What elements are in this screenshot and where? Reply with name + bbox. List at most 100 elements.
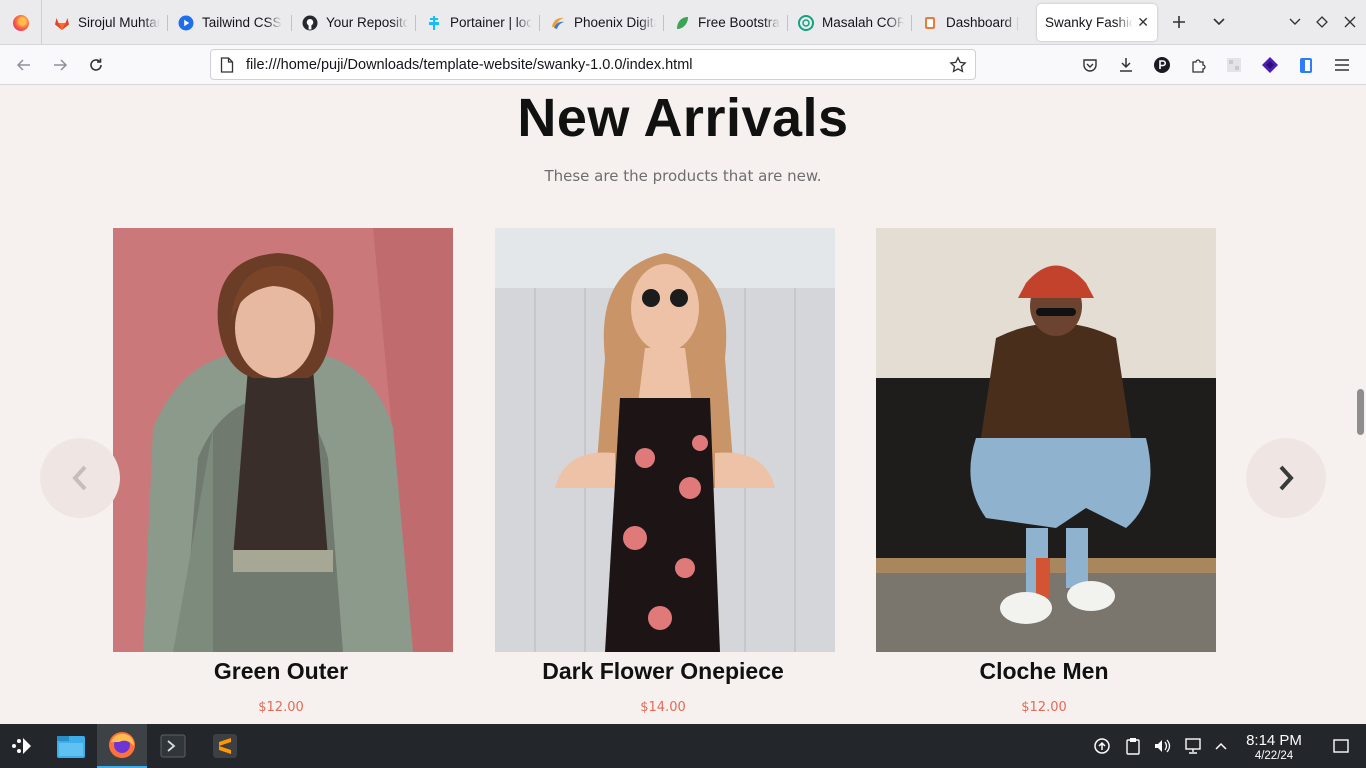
product-price: $14.00	[640, 700, 686, 715]
puzzle-icon	[1192, 59, 1206, 73]
tab-label: Your Repositories	[326, 15, 408, 30]
chevron-down-icon	[1213, 18, 1225, 26]
network-icon[interactable]	[1183, 736, 1203, 756]
clock-time: 8:14 PM	[1246, 732, 1302, 749]
navigation-toolbar: file:///home/puji/Downloads/template-web…	[0, 45, 1366, 85]
page-viewport: New Arrivals These are the products that…	[0, 86, 1366, 724]
sublime-text-icon	[213, 734, 237, 758]
product-name[interactable]: Dark Flower Onepiece	[475, 658, 851, 685]
pocket-button[interactable]	[1076, 51, 1104, 79]
tab-label: Portainer | local	[450, 15, 532, 30]
page-scrollbar[interactable]	[1357, 389, 1364, 435]
product-image[interactable]	[876, 228, 1216, 652]
clock[interactable]: 8:14 PM 4/22/24	[1238, 732, 1310, 763]
p-circle-icon	[1154, 57, 1170, 73]
dashboard-icon	[925, 16, 935, 29]
leaf-icon	[677, 16, 688, 29]
layers-extension-button[interactable]	[1256, 51, 1284, 79]
list-tabs-button[interactable]	[1205, 8, 1233, 36]
arrow-left-icon	[16, 59, 30, 71]
chevron-left-icon	[72, 465, 87, 491]
product-image[interactable]	[495, 228, 835, 652]
page-icon	[220, 56, 234, 73]
download-icon	[1120, 58, 1132, 72]
maximize-button[interactable]	[1308, 8, 1336, 36]
close-tab-icon[interactable]: ✕	[1133, 14, 1149, 31]
volume-icon[interactable]	[1152, 736, 1172, 756]
taskbar-firefox[interactable]	[97, 724, 147, 768]
reload-button[interactable]	[82, 51, 110, 79]
terminal-icon	[160, 734, 186, 758]
product-card[interactable]: Cloche Men $12.00	[876, 228, 1216, 715]
hamburger-icon	[1335, 59, 1349, 71]
layers-icon	[1262, 57, 1278, 73]
tab-dashboard[interactable]: Dashboard |	[914, 4, 1036, 41]
taskbar-terminal[interactable]	[148, 724, 198, 768]
tab-label: Swanky Fashion	[1045, 15, 1133, 30]
show-desktop-icon[interactable]	[1331, 736, 1351, 756]
chatgpt-icon	[798, 14, 814, 31]
gitlab-icon	[55, 17, 69, 30]
tab-portainer[interactable]: Portainer | local	[418, 4, 540, 41]
diamond-icon	[1316, 16, 1328, 28]
reload-icon	[90, 58, 102, 71]
new-tab-button[interactable]	[1165, 8, 1193, 36]
sidebar-extension-button[interactable]	[1292, 51, 1320, 79]
app-menu-button[interactable]	[1328, 51, 1356, 79]
section-title: New Arrivals	[517, 88, 849, 148]
tab-label: Tailwind CSS	[202, 15, 282, 30]
tab-tailwind[interactable]: Tailwind CSS	[170, 4, 292, 41]
tab-label: Sirojul Muhtar	[78, 15, 160, 30]
tab-label: Dashboard |	[946, 15, 1020, 30]
tab-github[interactable]: Your Repositories	[294, 4, 416, 41]
section-subtitle: These are the products that are new.	[544, 167, 822, 185]
launcher-icon	[12, 738, 31, 754]
minimize-button[interactable]	[1281, 8, 1309, 36]
profile-extension-button[interactable]	[1148, 51, 1176, 79]
url-bar[interactable]: file:///home/puji/Downloads/template-web…	[210, 49, 976, 80]
product-name[interactable]: Green Outer	[93, 658, 469, 685]
clock-date: 4/22/24	[1254, 750, 1294, 762]
url-text[interactable]: file:///home/puji/Downloads/template-web…	[246, 57, 693, 73]
product-card[interactable]: Green Outer $12.00	[113, 228, 453, 715]
tab-strip: Sirojul Muhtar Tailwind CSS Your Reposit…	[0, 0, 1366, 45]
chevron-right-icon	[1279, 465, 1294, 491]
close-window-button[interactable]	[1336, 8, 1364, 36]
product-card[interactable]: Dark Flower Onepiece $14.00	[495, 228, 835, 715]
tab-chatgpt[interactable]: Masalah CORS	[790, 4, 912, 41]
tray-expand-icon[interactable]	[1211, 736, 1231, 756]
bookmark-star-icon[interactable]	[949, 55, 967, 74]
taskbar: 8:14 PM 4/22/24	[0, 724, 1366, 768]
tab-sirojul[interactable]: Sirojul Muhtar	[46, 4, 168, 41]
taskbar-files[interactable]	[46, 724, 96, 768]
back-button[interactable]	[10, 51, 38, 79]
forward-button[interactable]	[46, 51, 74, 79]
product-image[interactable]	[113, 228, 453, 652]
taskbar-sublime[interactable]	[200, 724, 250, 768]
carousel-prev-button[interactable]	[40, 438, 120, 518]
firefox-view-button[interactable]	[0, 0, 42, 45]
product-price: $12.00	[258, 700, 304, 715]
plus-icon	[1173, 16, 1185, 28]
extension-grid-button[interactable]	[1220, 51, 1248, 79]
carousel-next-button[interactable]	[1246, 438, 1326, 518]
product-name[interactable]: Cloche Men	[856, 658, 1232, 685]
arrow-right-icon	[54, 59, 68, 71]
app-launcher-button[interactable]	[0, 724, 44, 768]
github-icon	[302, 15, 318, 30]
phoenix-icon	[552, 17, 564, 29]
close-icon	[1344, 16, 1356, 28]
firefox-icon	[109, 732, 135, 758]
tab-swanky-active[interactable]: Swanky Fashion ✕	[1037, 4, 1157, 41]
folder-icon	[57, 736, 85, 758]
phone-icon	[1300, 58, 1312, 73]
update-notifier-icon[interactable]	[1092, 736, 1112, 756]
chevron-down-icon	[1289, 18, 1301, 25]
extensions-button[interactable]	[1184, 51, 1212, 79]
tab-label: Free Bootstrap	[698, 15, 780, 30]
tab-bootstrap[interactable]: Free Bootstrap	[666, 4, 788, 41]
clipboard-icon[interactable]	[1123, 736, 1143, 756]
downloads-button[interactable]	[1112, 51, 1140, 79]
tab-phoenix[interactable]: Phoenix Digital	[542, 4, 664, 41]
tab-label: Masalah CORS	[822, 15, 904, 30]
